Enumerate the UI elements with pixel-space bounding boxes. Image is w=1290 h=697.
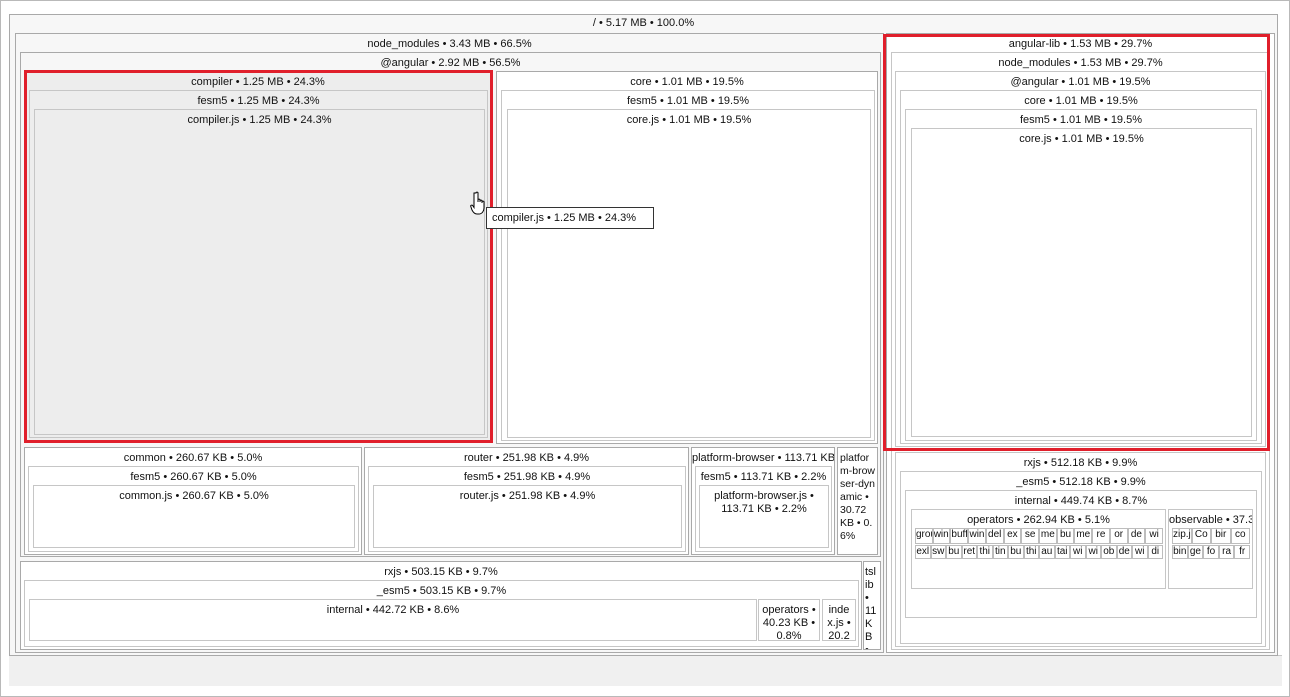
operator-cell[interactable]: re bbox=[1092, 528, 1110, 544]
tile-label: fesm5 • 1.01 MB • 19.5% bbox=[626, 95, 750, 107]
tile-label: @angular • 2.92 MB • 56.5% bbox=[380, 57, 521, 69]
tile-label: compiler • 1.25 MB • 24.3% bbox=[191, 76, 325, 88]
operator-cell[interactable]: tin bbox=[992, 545, 1008, 559]
tile-label: _esm5 • 512.18 KB • 9.9% bbox=[1016, 476, 1146, 488]
tile-label: core • 1.01 MB • 19.5% bbox=[1024, 95, 1138, 107]
tile-label: node_modules • 3.43 MB • 66.5% bbox=[367, 38, 532, 50]
operator-cell[interactable]: di bbox=[1147, 545, 1163, 559]
operator-cell[interactable]: win bbox=[968, 528, 986, 544]
tile-rxjs-index[interactable]: index.js • 20.2 KB • bbox=[822, 599, 856, 641]
tile-label: platform-browser-dynamic • 30.72 KB • 0.… bbox=[840, 452, 876, 542]
tile-label: tslib • 11 KB • 0.2 bbox=[865, 566, 877, 650]
tile-label: common • 260.67 KB • 5.0% bbox=[123, 452, 263, 464]
observable-cell[interactable]: bin bbox=[1172, 545, 1188, 559]
tile-label: fesm5 • 1.25 MB • 24.3% bbox=[197, 95, 320, 107]
tile-rxjs-internal[interactable]: internal • 442.72 KB • 8.6% bbox=[29, 599, 757, 641]
tile-label: common.js • 260.67 KB • 5.0% bbox=[119, 490, 269, 502]
tooltip: compiler.js • 1.25 MB • 24.3% bbox=[486, 207, 654, 229]
tile-label: internal • 449.74 KB • 8.7% bbox=[1014, 495, 1148, 507]
tile-router-js[interactable]: router.js • 251.98 KB • 4.9% bbox=[373, 485, 682, 548]
tile-label: fesm5 • 1.01 MB • 19.5% bbox=[1019, 114, 1143, 126]
operator-cell[interactable]: thi bbox=[977, 545, 993, 559]
operator-cell[interactable]: grou bbox=[915, 528, 933, 544]
operator-cell[interactable]: or bbox=[1109, 528, 1128, 544]
operator-cell[interactable]: bu bbox=[1008, 545, 1024, 559]
tile-compiler-js[interactable]: compiler.js • 1.25 MB • 24.3% bbox=[34, 109, 485, 435]
operator-cell[interactable]: buff bbox=[950, 528, 969, 544]
operator-cell[interactable]: exl bbox=[915, 545, 931, 559]
tile-label: operators • 262.94 KB • 5.1% bbox=[967, 514, 1110, 526]
operator-cell[interactable]: wi bbox=[1070, 545, 1086, 559]
tile-common-js[interactable]: common.js • 260.67 KB • 5.0% bbox=[33, 485, 355, 548]
operator-cell[interactable]: wi bbox=[1145, 528, 1163, 544]
observable-cell[interactable]: bir bbox=[1211, 528, 1231, 544]
operator-cell[interactable]: thi bbox=[1023, 545, 1039, 559]
observable-cell[interactable]: ge bbox=[1187, 545, 1204, 559]
tile-core-js[interactable]: core.js • 1.01 MB • 19.5% bbox=[507, 109, 871, 438]
tile-label: core.js • 1.01 MB • 19.5% bbox=[626, 114, 752, 126]
bottom-strip bbox=[9, 655, 1282, 686]
tile-label: router.js • 251.98 KB • 4.9% bbox=[459, 490, 596, 502]
operator-cell[interactable]: de bbox=[1127, 528, 1146, 544]
tile-label: operators • 40.23 KB • 0.8% bbox=[762, 604, 816, 641]
operator-cell[interactable]: se bbox=[1021, 528, 1039, 544]
observable-cell[interactable]: ra bbox=[1218, 545, 1235, 559]
operator-cell[interactable]: sw bbox=[930, 545, 946, 559]
tile-label: @angular • 1.01 MB • 19.5% bbox=[1010, 76, 1151, 88]
tile-label: fesm5 • 113.71 KB • 2.2% bbox=[700, 471, 827, 483]
tile-label: compiler.js • 1.25 MB • 24.3% bbox=[187, 114, 332, 126]
tile-label: internal • 442.72 KB • 8.6% bbox=[326, 604, 460, 616]
tile-label: / • 5.17 MB • 100.0% bbox=[592, 17, 695, 29]
tile-label: core.js • 1.01 MB • 19.5% bbox=[1019, 133, 1144, 145]
tile-label: core • 1.01 MB • 19.5% bbox=[630, 76, 744, 88]
tile-tslib[interactable]: tslib • 11 KB • 0.2 bbox=[863, 561, 881, 650]
observable-cell[interactable]: fo bbox=[1203, 545, 1219, 559]
operator-cell[interactable]: wi bbox=[1085, 545, 1101, 559]
tile-label: observable • 37.37 KB bbox=[1169, 514, 1252, 526]
tile-label: fesm5 • 260.67 KB • 5.0% bbox=[130, 471, 257, 483]
tile-label: rxjs • 512.18 KB • 9.9% bbox=[1023, 457, 1138, 469]
operator-cell[interactable]: de bbox=[1116, 545, 1132, 559]
tile-label: angular-lib • 1.53 MB • 29.7% bbox=[1008, 38, 1153, 50]
tile-label: platform-browser • 113.71 KB • 2.2% bbox=[692, 452, 834, 464]
tile-label: index.js • 20.2 KB • bbox=[827, 604, 851, 641]
operator-cell[interactable]: del bbox=[985, 528, 1004, 544]
observable-cell[interactable]: fr bbox=[1234, 545, 1250, 559]
operator-cell[interactable]: me bbox=[1039, 528, 1057, 544]
tile-platform-browser-dynamic[interactable]: platform-browser-dynamic • 30.72 KB • 0.… bbox=[837, 447, 878, 555]
tile-label: fesm5 • 251.98 KB • 4.9% bbox=[463, 471, 591, 483]
observable-cell[interactable]: co bbox=[1230, 528, 1250, 544]
tile-label: _esm5 • 503.15 KB • 9.7% bbox=[376, 585, 507, 597]
operator-cell[interactable]: winc bbox=[932, 528, 951, 544]
tile-angular-lib-core-js[interactable]: core.js • 1.01 MB • 19.5% bbox=[911, 128, 1252, 437]
tile-label: router • 251.98 KB • 4.9% bbox=[463, 452, 590, 464]
operator-cell[interactable]: au bbox=[1039, 545, 1055, 559]
operator-cell[interactable]: bu bbox=[1056, 528, 1075, 544]
hand-cursor-icon bbox=[470, 191, 485, 215]
observable-cell[interactable]: zip.js bbox=[1172, 528, 1192, 544]
operator-cell[interactable]: tai bbox=[1054, 545, 1070, 559]
tile-platform-browser-js[interactable]: platform-browser.js • 113.71 KB • 2.2% bbox=[699, 485, 829, 548]
operator-cell[interactable]: bu bbox=[946, 545, 962, 559]
tile-label: node_modules • 1.53 MB • 29.7% bbox=[998, 57, 1163, 69]
tile-rxjs-operators[interactable]: operators • 40.23 KB • 0.8% bbox=[758, 599, 820, 641]
tile-label: rxjs • 503.15 KB • 9.7% bbox=[384, 566, 498, 578]
operator-cell[interactable]: ob bbox=[1101, 545, 1117, 559]
operator-cell[interactable]: ret bbox=[961, 545, 977, 559]
operator-cell[interactable]: wi bbox=[1132, 545, 1148, 559]
operator-cell[interactable]: ex bbox=[1003, 528, 1022, 544]
tile-label: platform-browser.js • 113.71 KB • 2.2% bbox=[714, 490, 814, 515]
observable-cell[interactable]: Co bbox=[1191, 528, 1211, 544]
operator-cell[interactable]: me bbox=[1074, 528, 1093, 544]
